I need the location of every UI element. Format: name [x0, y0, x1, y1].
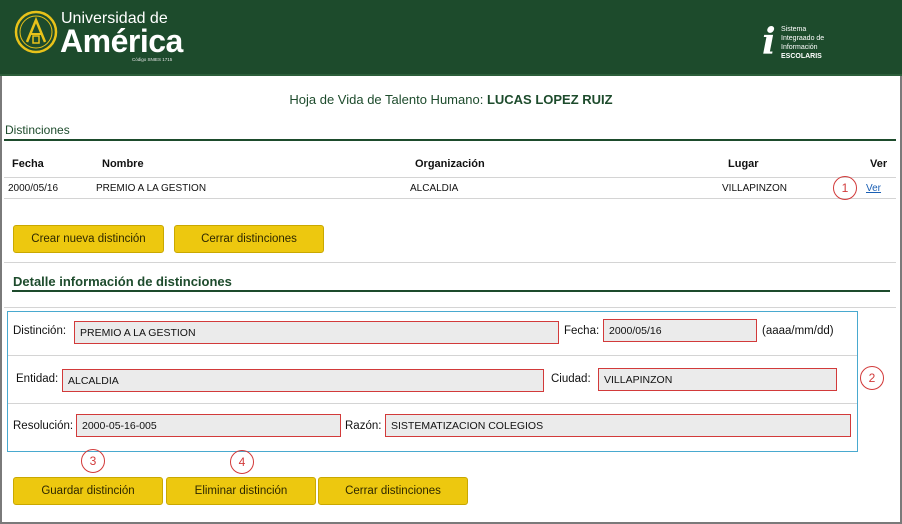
- entidad-label: Entidad:: [16, 373, 59, 385]
- fecha-label: Fecha:: [564, 325, 600, 337]
- ciudad-label: Ciudad:: [551, 373, 591, 385]
- fecha-field[interactable]: 2000/05/16: [603, 319, 757, 342]
- table-row-divider: [4, 198, 896, 199]
- escolaris-i-icon: i: [762, 21, 776, 63]
- system-name: Sistema Integraado de Información ESCOLA…: [781, 26, 825, 60]
- app-header: Universidad de América Código SNIES 1715…: [0, 0, 902, 76]
- cell-fecha: 2000/05/16: [8, 183, 59, 194]
- save-distinction-button[interactable]: Guardar distinción: [13, 477, 163, 505]
- detail-thin-divider: [4, 307, 896, 308]
- create-distinction-button[interactable]: Crear nueva distinción: [13, 225, 164, 253]
- table-header-divider: [4, 177, 896, 178]
- form-row-divider: [8, 355, 857, 356]
- university-code: Código SNIES 1715: [132, 57, 173, 62]
- close-distinctions-button-bottom[interactable]: Cerrar distinciones: [318, 477, 468, 505]
- university-name-line2: América: [60, 23, 183, 59]
- form-row-divider: [8, 403, 857, 404]
- detail-title: Detalle información de distinciones: [13, 274, 232, 289]
- person-name: LUCAS LOPEZ RUIZ: [486, 92, 613, 107]
- delete-distinction-button[interactable]: Eliminar distinción: [166, 477, 316, 505]
- cell-lugar: VILLAPINZON: [722, 183, 788, 194]
- column-header-organizacion: Organización: [415, 158, 485, 170]
- close-distinctions-button-top[interactable]: Cerrar distinciones: [174, 225, 324, 253]
- column-header-fecha: Fecha: [12, 158, 44, 170]
- entidad-field[interactable]: ALCALDIA: [62, 369, 544, 392]
- buttons-divider: [4, 262, 896, 263]
- cell-nombre: PREMIO A LA GESTION: [96, 183, 207, 194]
- annotation-badge-2: 2: [860, 366, 884, 390]
- razon-field[interactable]: SISTEMATIZACION COLEGIOS: [385, 414, 851, 437]
- distincion-field[interactable]: PREMIO A LA GESTION: [74, 321, 559, 344]
- annotation-badge-1: 1: [833, 176, 857, 200]
- university-seal-icon: [14, 10, 58, 54]
- detail-divider: [12, 290, 890, 292]
- ciudad-field[interactable]: VILLAPINZON: [598, 368, 837, 391]
- column-header-ver: Ver: [870, 158, 888, 170]
- section-title-distinciones: Distinciones: [5, 123, 70, 137]
- resolucion-label: Resolución:: [13, 420, 74, 432]
- section-divider: [4, 139, 896, 141]
- annotation-badge-3: 3: [81, 449, 105, 473]
- razon-label: Razón:: [345, 420, 382, 432]
- view-link[interactable]: Ver: [866, 183, 881, 194]
- column-header-nombre: Nombre: [102, 158, 144, 170]
- distincion-label: Distinción:: [13, 325, 67, 337]
- column-header-lugar: Lugar: [728, 158, 759, 170]
- cell-organizacion: ALCALDIA: [410, 183, 459, 194]
- fecha-format-hint: (aaaa/mm/dd): [762, 325, 834, 337]
- page-title: Hoja de Vida de Talento Humano: LUCAS LO…: [289, 92, 613, 107]
- resolucion-field[interactable]: 2000-05-16-005: [76, 414, 341, 437]
- annotation-badge-4: 4: [230, 450, 254, 474]
